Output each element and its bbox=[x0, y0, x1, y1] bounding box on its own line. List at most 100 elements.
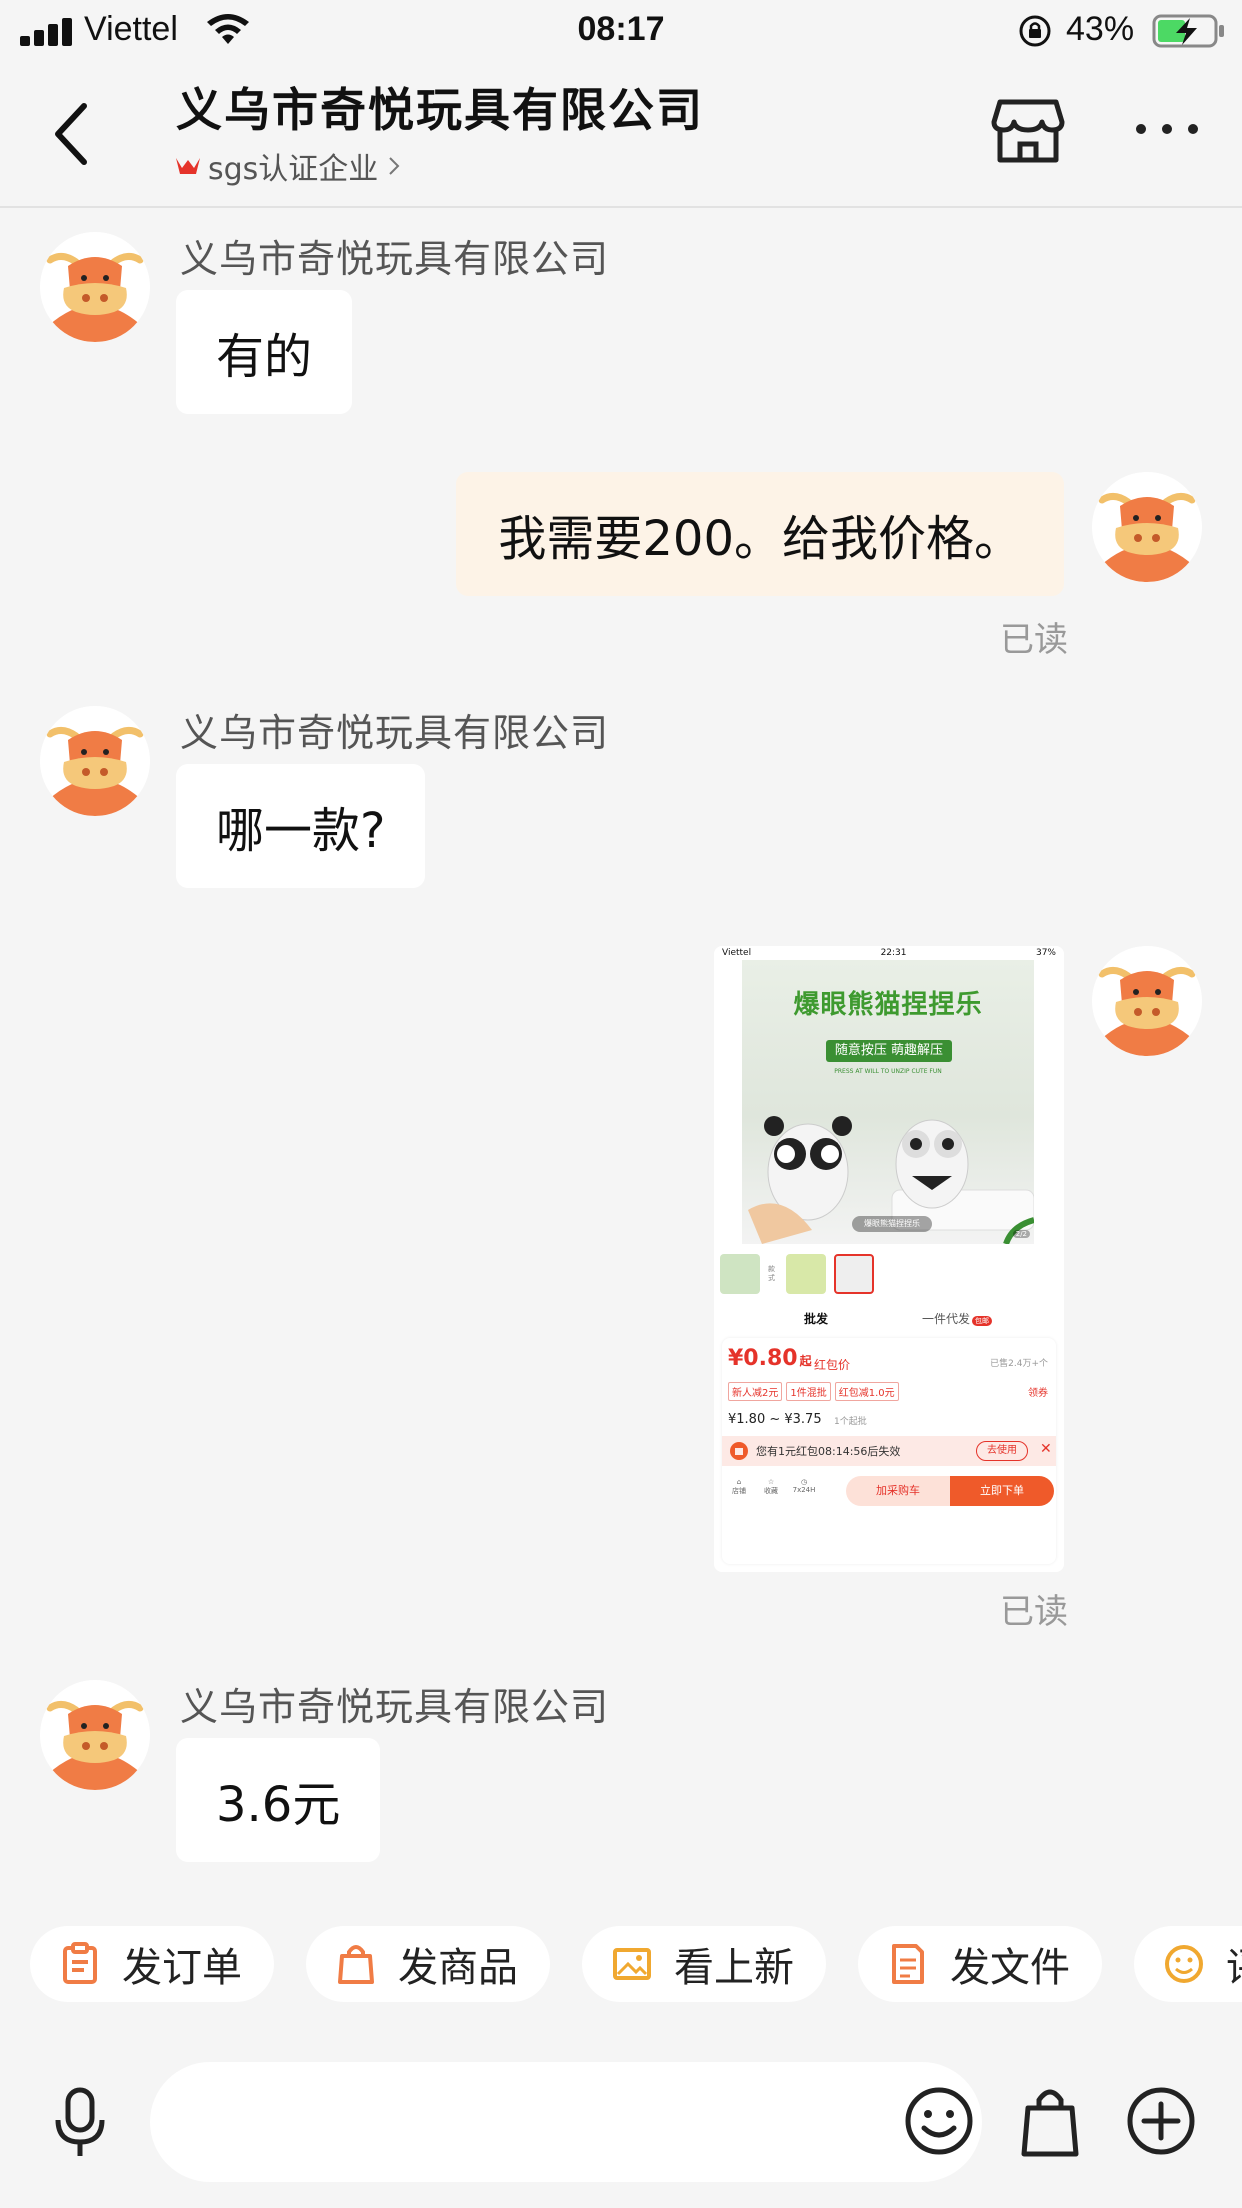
bag-icon[interactable] bbox=[1020, 2084, 1080, 2158]
certification-link[interactable]: sgs认证企业 bbox=[174, 144, 400, 188]
favorite-label: 收藏 bbox=[764, 1487, 778, 1495]
chip-label: 看上新 bbox=[674, 1945, 794, 1991]
message-bubble-incoming[interactable]: 3.6元 bbox=[176, 1738, 381, 1862]
message-input[interactable] bbox=[150, 2062, 982, 2182]
chip-label: 评 bbox=[1226, 1935, 1242, 1993]
order-icon bbox=[63, 1942, 97, 1984]
clock: 08:17 bbox=[577, 10, 665, 48]
variant-label: 款式 bbox=[768, 1265, 775, 1282]
chip-label: 发订单 bbox=[122, 1945, 242, 1991]
variant-thumbnail bbox=[834, 1254, 874, 1294]
price-value: ¥0.80 bbox=[728, 1346, 798, 1371]
my-avatar[interactable] bbox=[1092, 946, 1202, 1056]
status-bar: Viettel 08:17 43% bbox=[0, 0, 1242, 62]
review-button[interactable]: 评 bbox=[1134, 1926, 1242, 2002]
orientation-lock-icon bbox=[1019, 15, 1051, 47]
red-packet-icon bbox=[730, 1442, 748, 1460]
product-title: 爆眼熊猫捏捏乐 bbox=[793, 990, 983, 1020]
favorite-shortcut: ☆ 收藏 bbox=[758, 1478, 784, 1496]
shop-avatar[interactable] bbox=[40, 1680, 150, 1790]
send-order-button[interactable]: 发订单 bbox=[30, 1926, 274, 2002]
microphone-icon[interactable] bbox=[50, 2086, 110, 2160]
coupon: 新人减2元 bbox=[728, 1382, 783, 1401]
send-file-button[interactable]: 发文件 bbox=[858, 1926, 1102, 2002]
store-icon: ⌂ bbox=[736, 1478, 742, 1486]
certification-label: sgs认证企业 bbox=[208, 152, 379, 187]
battery-percent: 43% bbox=[1066, 10, 1135, 48]
coupon: 红包减1.0元 bbox=[834, 1382, 899, 1401]
sender-name: 义乌市奇悦玩具有限公司 bbox=[180, 711, 610, 755]
price-range: ¥1.80 ~ ¥3.75 bbox=[728, 1412, 822, 1427]
shop-name-title[interactable]: 义乌市奇悦玩具有限公司 bbox=[176, 74, 704, 140]
buy-now-button: 立即下单 bbox=[950, 1476, 1054, 1506]
file-icon bbox=[892, 1944, 924, 1984]
variant-thumbnail bbox=[786, 1254, 826, 1294]
certification-icon bbox=[176, 158, 200, 174]
plus-icon[interactable] bbox=[1126, 2086, 1196, 2156]
service-label: 7x24H bbox=[792, 1486, 816, 1494]
variant-thumbnail bbox=[720, 1254, 760, 1294]
service-shortcut: ◷ 7x24H bbox=[784, 1478, 824, 1494]
send-product-button[interactable]: 发商品 bbox=[306, 1926, 550, 2002]
red-packet-bar: 您有1元红包08:14:56后失效 去使用 ✕ bbox=[722, 1436, 1056, 1466]
message-text: 我需要200。给我价格。 bbox=[498, 511, 1022, 567]
product-caption: 爆眼熊猫捏捏乐 bbox=[852, 1216, 932, 1232]
read-receipt: 已读 bbox=[1000, 620, 1068, 660]
smile-icon bbox=[1165, 1945, 1203, 1983]
product-tagline-en: PRESS AT WILL TO UNZIP CUTE FUN bbox=[834, 1068, 942, 1075]
shop-icon[interactable] bbox=[990, 96, 1066, 166]
clock-icon: ◷ bbox=[800, 1478, 808, 1486]
sender-name: 义乌市奇悦玩具有限公司 bbox=[180, 237, 610, 281]
message-text: 哪一款? bbox=[216, 803, 386, 859]
store-shortcut: ⌂ 店铺 bbox=[726, 1478, 752, 1496]
tab-dropship-label: 一件代发 bbox=[922, 1312, 971, 1326]
chip-label: 发文件 bbox=[950, 1945, 1070, 1991]
add-to-cart-button: 加采购车 bbox=[846, 1476, 950, 1506]
message-bubble-outgoing[interactable]: 我需要200。给我价格。 bbox=[456, 472, 1064, 596]
price-label: 红包价 bbox=[814, 1358, 851, 1372]
coupon: 1件混批 bbox=[786, 1382, 831, 1401]
battery-charging-icon bbox=[1152, 14, 1224, 48]
chat-screen: Viettel 08:17 43% 义乌市奇悦玩具有限公司 sgs认证企业 义乌… bbox=[0, 0, 1242, 2208]
sender-name: 义乌市奇悦玩具有限公司 bbox=[180, 1685, 610, 1729]
back-arrow-icon[interactable] bbox=[44, 98, 104, 170]
shop-avatar[interactable] bbox=[40, 706, 150, 816]
message-input-bar bbox=[0, 2044, 1242, 2208]
chat-header: 义乌市奇悦玩具有限公司 sgs认证企业 bbox=[0, 62, 1242, 208]
view-new-arrivals-button[interactable]: 看上新 bbox=[582, 1926, 826, 2002]
my-avatar[interactable] bbox=[1092, 472, 1202, 582]
get-coupon-link: 领券 bbox=[1028, 1388, 1048, 1399]
store-label: 店铺 bbox=[732, 1487, 746, 1495]
bag-icon bbox=[338, 1945, 374, 1984]
price: ¥0.80 起 bbox=[728, 1346, 812, 1371]
more-icon[interactable] bbox=[1136, 124, 1200, 138]
star-icon: ☆ bbox=[767, 1478, 775, 1486]
page-indicator: 2/2 bbox=[1012, 1230, 1030, 1238]
free-shipping-badge: 包邮 bbox=[972, 1316, 993, 1326]
chip-label: 发商品 bbox=[398, 1945, 518, 1991]
quick-actions-bar: 发订单 发商品 看上新 发文件 bbox=[30, 1926, 1242, 2002]
use-red-packet-button: 去使用 bbox=[976, 1441, 1028, 1461]
purchase-tabs: 批发 一件代发 包邮 bbox=[714, 1306, 1064, 1332]
image-icon bbox=[613, 1948, 651, 1980]
emoji-icon[interactable] bbox=[904, 2086, 974, 2156]
min-order: 1个起批 bbox=[834, 1417, 867, 1427]
red-packet-notice: 您有1元红包08:14:56后失效 bbox=[756, 1445, 901, 1458]
close-icon: ✕ bbox=[1040, 1441, 1052, 1457]
screenshot-battery: 37% bbox=[1035, 948, 1056, 958]
purchase-bar: ⌂ 店铺 ☆ 收藏 ◷ 7x24H 加采购车 立即下单 bbox=[722, 1474, 1056, 1514]
variant-thumbnails: 款式 bbox=[720, 1252, 874, 1296]
tab-dropship: 一件代发 包邮 bbox=[922, 1310, 993, 1327]
message-text: 3.6元 bbox=[216, 1777, 341, 1833]
chevron-right-icon bbox=[389, 157, 400, 175]
product-screenshot-message[interactable]: Viettel 22:31 37% 爆眼熊猫捏捏乐 随意按压 萌趣解压 PRES… bbox=[714, 946, 1064, 1572]
tab-wholesale: 批发 bbox=[804, 1312, 829, 1326]
read-receipt: 已读 bbox=[1000, 1592, 1068, 1632]
message-bubble-incoming[interactable]: 有的 bbox=[176, 290, 353, 414]
message-text: 有的 bbox=[216, 329, 313, 385]
price-suffix: 起 bbox=[799, 1354, 812, 1368]
shop-avatar[interactable] bbox=[40, 232, 150, 342]
sold-count: 已售2.4万+个 bbox=[990, 1359, 1048, 1369]
coupon-list: 新人减2元 1件混批 红包减1.0元 bbox=[728, 1382, 899, 1401]
message-bubble-incoming[interactable]: 哪一款? bbox=[176, 764, 426, 888]
